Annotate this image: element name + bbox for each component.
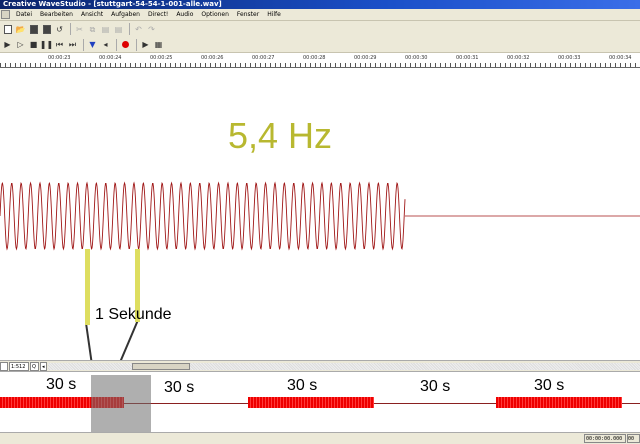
play-selection-icon[interactable]: ▷: [15, 39, 26, 50]
rewind-icon[interactable]: ⏮: [54, 39, 65, 50]
toolbar-separator: [136, 38, 137, 51]
overview-signal-segment: [248, 397, 374, 408]
record-icon[interactable]: [120, 39, 131, 50]
overview-panel[interactable]: 30 s 30 s 30 s 30 s 30 s: [0, 372, 640, 432]
second-marker-start: [85, 249, 90, 325]
waveform-signal: [0, 181, 406, 251]
transport-toolbar: ▶ ▷ ■ ❚❚ ⏮ ⏭ ▼ ◂ ▶ ▦: [0, 37, 640, 53]
menu-ansicht[interactable]: Ansicht: [77, 9, 107, 21]
loop-icon[interactable]: ▦: [153, 39, 164, 50]
zoom-scale: 1:512: [9, 362, 29, 371]
overview-selection[interactable]: [91, 375, 151, 432]
toolbar-separator: [70, 23, 71, 35]
ruler-label: 00:00:27: [252, 55, 275, 61]
time-ruler[interactable]: 00:00:23 00:00:24 00:00:25 00:00:26 00:0…: [0, 54, 640, 68]
document-system-icon[interactable]: [1, 10, 10, 19]
scroll-thumb[interactable]: [132, 363, 190, 370]
cut-icon[interactable]: ✂: [74, 24, 85, 35]
interval-annotation: 1 Sekunde: [95, 306, 172, 323]
toolbar-separator: [129, 23, 130, 35]
open-icon[interactable]: 📂: [15, 24, 26, 35]
menu-aufgaben[interactable]: Aufgaben: [107, 9, 144, 21]
status-extra: 00: [627, 434, 640, 443]
menu-datei[interactable]: Datei: [12, 9, 36, 21]
pause-icon[interactable]: ❚❚: [40, 39, 53, 50]
ruler-label: 00:00:30: [405, 55, 428, 61]
stop-icon[interactable]: ■: [28, 39, 39, 50]
play-loop-icon[interactable]: ▶: [140, 39, 151, 50]
paste-mix-icon[interactable]: ▤: [113, 24, 124, 35]
overview-signal-segment: [496, 397, 622, 408]
marker-icon[interactable]: ▼: [87, 39, 98, 50]
zoom-out-button[interactable]: Q: [30, 362, 39, 371]
zoom-scroll-bar: 1:512 Q ◂: [0, 360, 640, 372]
menu-audio[interactable]: Audio: [172, 9, 197, 21]
waveform-view[interactable]: [0, 176, 640, 256]
ruler-label: 00:00:33: [558, 55, 581, 61]
undo-history-icon[interactable]: ↺: [54, 24, 65, 35]
ruler-label: 00:00:23: [48, 55, 71, 61]
redo-icon[interactable]: ↷: [146, 24, 157, 35]
segment-label: 30 s: [534, 377, 565, 394]
status-time: 00:00:00.000: [584, 434, 626, 443]
menu-bar: Datei Bearbeiten Ansicht Aufgaben Direct…: [0, 9, 640, 21]
window-title: Creative WaveStudio - [stuttgart-54-54-1…: [3, 0, 222, 8]
ruler-label: 00:00:31: [456, 55, 479, 61]
copy-icon[interactable]: ⧉: [87, 24, 98, 35]
segment-label: 30 s: [287, 377, 318, 394]
new-icon[interactable]: [2, 24, 13, 35]
segment-label: 30 s: [46, 376, 77, 393]
ruler-label: 00:00:34: [609, 55, 632, 61]
menu-optionen[interactable]: Optionen: [197, 9, 233, 21]
segment-label: 30 s: [164, 379, 195, 396]
save-icon[interactable]: [28, 24, 39, 35]
ruler-label: 00:00:28: [303, 55, 326, 61]
segment-label: 30 s: [420, 378, 451, 395]
ruler-ticks: [0, 63, 640, 67]
ruler-label: 00:00:25: [150, 55, 173, 61]
undo-icon[interactable]: ↶: [133, 24, 144, 35]
toolbar-separator: [116, 38, 117, 51]
menu-hilfe[interactable]: Hilfe: [263, 9, 285, 21]
frequency-annotation: 5,4 Hz: [228, 115, 333, 156]
zoom-in-icon[interactable]: [0, 362, 8, 371]
ruler-label: 00:00:24: [99, 55, 122, 61]
ruler-label: 00:00:32: [507, 55, 530, 61]
standard-toolbar: 📂 ↺ ✂ ⧉ ▤ ▤ ↶ ↷: [0, 21, 640, 37]
save-all-icon[interactable]: [41, 24, 52, 35]
marker-back-icon[interactable]: ◂: [100, 39, 111, 50]
menu-fenster[interactable]: Fenster: [233, 9, 263, 21]
play-icon[interactable]: ▶: [2, 39, 13, 50]
ruler-label: 00:00:29: [354, 55, 377, 61]
menu-bearbeiten[interactable]: Bearbeiten: [36, 9, 77, 21]
ruler-label: 00:00:26: [201, 55, 224, 61]
fast-forward-icon[interactable]: ⏭: [67, 39, 78, 50]
toolbar-separator: [83, 38, 84, 51]
status-bar: 00:00:00.000 00: [0, 432, 640, 444]
paste-icon[interactable]: ▤: [100, 24, 111, 35]
menu-direct[interactable]: Direct!: [144, 9, 172, 21]
scroll-left-icon[interactable]: ◂: [40, 362, 47, 371]
